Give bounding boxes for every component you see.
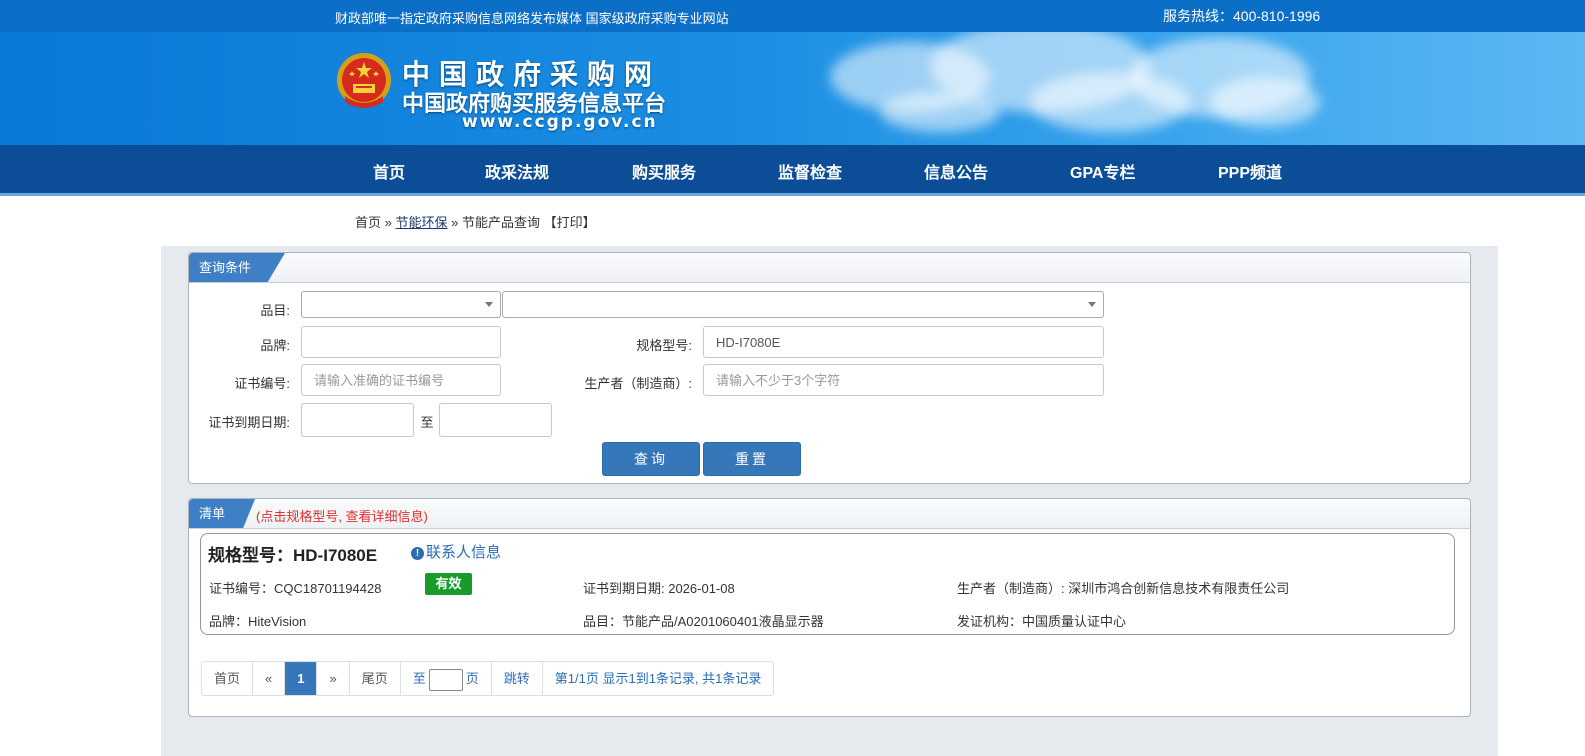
result-model-title[interactable]: 规格型号：HD-I7080E [208,541,377,566]
top-bar: 财政部唯一指定政府采购信息网络发布媒体 国家级政府采购专业网站 服务热线：400… [0,0,1585,32]
cert-no-input[interactable] [301,364,501,396]
pager-prev[interactable]: « [253,662,286,695]
pager-goto-suffix: 页 [465,671,479,686]
status-badge: 有效 [425,573,472,595]
brand-input[interactable] [301,326,501,358]
pager-goto-input[interactable] [428,668,463,691]
list-hint: (点击规格型号, 查看详细信息) [256,509,428,524]
expire-date-label: 证书到期日期: [208,415,290,430]
maker-input[interactable] [703,364,1104,396]
reset-button[interactable]: 重置 [703,442,801,476]
pager-goto-prefix: 至 [412,671,426,686]
category-select-secondary[interactable] [502,291,1104,318]
nav-item-gpa[interactable]: GPA专栏 [1070,159,1136,183]
contact-info-label: 联系人信息 [426,544,502,561]
chevron-down-icon [485,302,493,307]
logo-url: www.ccgp.gov.cn [462,112,658,132]
model-label: 规格型号: [636,338,692,353]
pagination: 首页 « 1 » 尾页 至页 跳转 第1/1页 显示1到1条记录, 共1条记录 [201,661,775,696]
breadcrumb: 首页 » 节能环保 » 节能产品查询 【打印】 [355,212,596,231]
expire-date-from-input[interactable] [301,403,414,437]
nav-item-home[interactable]: 首页 [373,159,405,183]
brand-label: 品牌: [260,338,290,353]
site-slogan: 财政部唯一指定政府采购信息网络发布媒体 国家级政府采购专业网站 [335,11,729,26]
expire-date-to-input[interactable] [439,403,552,437]
date-range-to-label: 至 [420,415,434,430]
pager-summary: 第1/1页 显示1到1条记录, 共1条记录 [554,671,762,686]
chevron-down-icon [1088,302,1096,307]
list-panel-title: 清单 [189,499,255,528]
category-label: 品目: [260,303,290,318]
result-issuer: 发证机构：中国质量认证中心 [957,614,1127,629]
nav-item-regulations[interactable]: 政采法规 [485,159,549,183]
maker-label: 生产者（制造商）: [584,376,692,391]
service-hotline: 服务热线：400-810-1996 [1163,8,1321,24]
cert-no-label: 证书编号: [234,376,290,391]
national-emblem-icon [337,53,391,108]
contact-info-link[interactable]: ! 联系人信息 [411,541,501,562]
nav-item-announcements[interactable]: 信息公告 [924,159,988,183]
nav-item-ppp[interactable]: PPP频道 [1218,159,1282,183]
info-icon: ! [411,547,424,560]
pager-goto: 至页 [401,662,492,695]
pager-last[interactable]: 尾页 [350,662,401,695]
query-panel-header: 查询条件 [189,253,1470,283]
result-maker: 生产者（制造商）: 深圳市鸿合创新信息技术有限责任公司 [957,581,1290,596]
category-select-primary[interactable] [301,291,501,318]
result-brand: 品牌：HiteVision [209,614,307,629]
pager-first[interactable]: 首页 [202,662,254,695]
breadcrumb-separator: » [384,215,392,230]
pager-current-page[interactable]: 1 [285,662,318,695]
site-banner [0,32,1585,145]
result-cert-no: 证书编号：CQC18701194428 [209,581,382,596]
nav-item-supervision[interactable]: 监督检查 [778,159,842,183]
nav-item-purchase-services[interactable]: 购买服务 [632,159,696,183]
breadcrumb-current: 节能产品查询 [462,215,541,230]
print-link[interactable]: 【打印】 [544,215,596,230]
breadcrumb-separator: » [451,215,459,230]
pager-jump-button[interactable]: 跳转 [492,662,543,695]
list-panel-header: 清单 (点击规格型号, 查看详细信息) [189,499,1470,529]
result-expire-date: 证书到期日期: 2026-01-08 [583,581,735,596]
query-panel-title: 查询条件 [189,253,285,282]
breadcrumb-home[interactable]: 首页 [355,215,381,230]
breadcrumb-energy-saving[interactable]: 节能环保 [396,215,448,230]
model-input[interactable] [703,326,1104,358]
search-button[interactable]: 查询 [602,442,700,476]
main-nav: 首页 政采法规 购买服务 监督检查 信息公告 GPA专栏 PPP频道 [0,145,1585,196]
result-category: 品目：节能产品/A0201060401液晶显示器 [583,614,824,629]
pager-next[interactable]: » [317,662,350,695]
